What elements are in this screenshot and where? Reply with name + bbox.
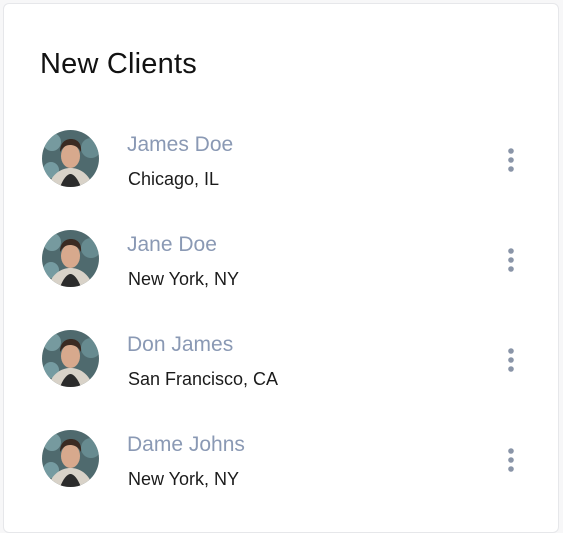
client-name[interactable]: James Doe — [127, 133, 233, 157]
client-location: Chicago, IL — [128, 169, 220, 189]
client-name[interactable]: Don James — [127, 333, 233, 357]
more-options-button[interactable] — [502, 145, 520, 175]
card-title: New Clients — [40, 48, 197, 80]
list-item: Jane Doe New York, NY — [4, 224, 558, 324]
list-item: Don James San Francisco, CA — [4, 324, 558, 424]
list-item: James Doe Chicago, IL — [4, 124, 558, 224]
avatar — [42, 430, 99, 487]
more-vertical-icon — [508, 348, 514, 372]
client-name[interactable]: Jane Doe — [127, 233, 217, 257]
avatar — [42, 330, 99, 387]
list-item: Dame Johns New York, NY — [4, 424, 558, 524]
client-name[interactable]: Dame Johns — [127, 433, 245, 457]
more-options-button[interactable] — [502, 345, 520, 375]
avatar — [42, 230, 99, 287]
more-options-button[interactable] — [502, 245, 520, 275]
new-clients-card: New Clients James Doe Chicago, IL Jane D… — [3, 3, 559, 533]
client-location: New York, NY — [128, 269, 240, 289]
client-location: New York, NY — [128, 469, 240, 489]
more-options-button[interactable] — [502, 445, 520, 475]
client-list: James Doe Chicago, IL Jane Doe New York,… — [4, 124, 558, 524]
more-vertical-icon — [508, 248, 514, 272]
avatar — [42, 130, 99, 187]
more-vertical-icon — [508, 448, 514, 472]
more-vertical-icon — [508, 148, 514, 172]
client-location: San Francisco, CA — [128, 369, 279, 389]
